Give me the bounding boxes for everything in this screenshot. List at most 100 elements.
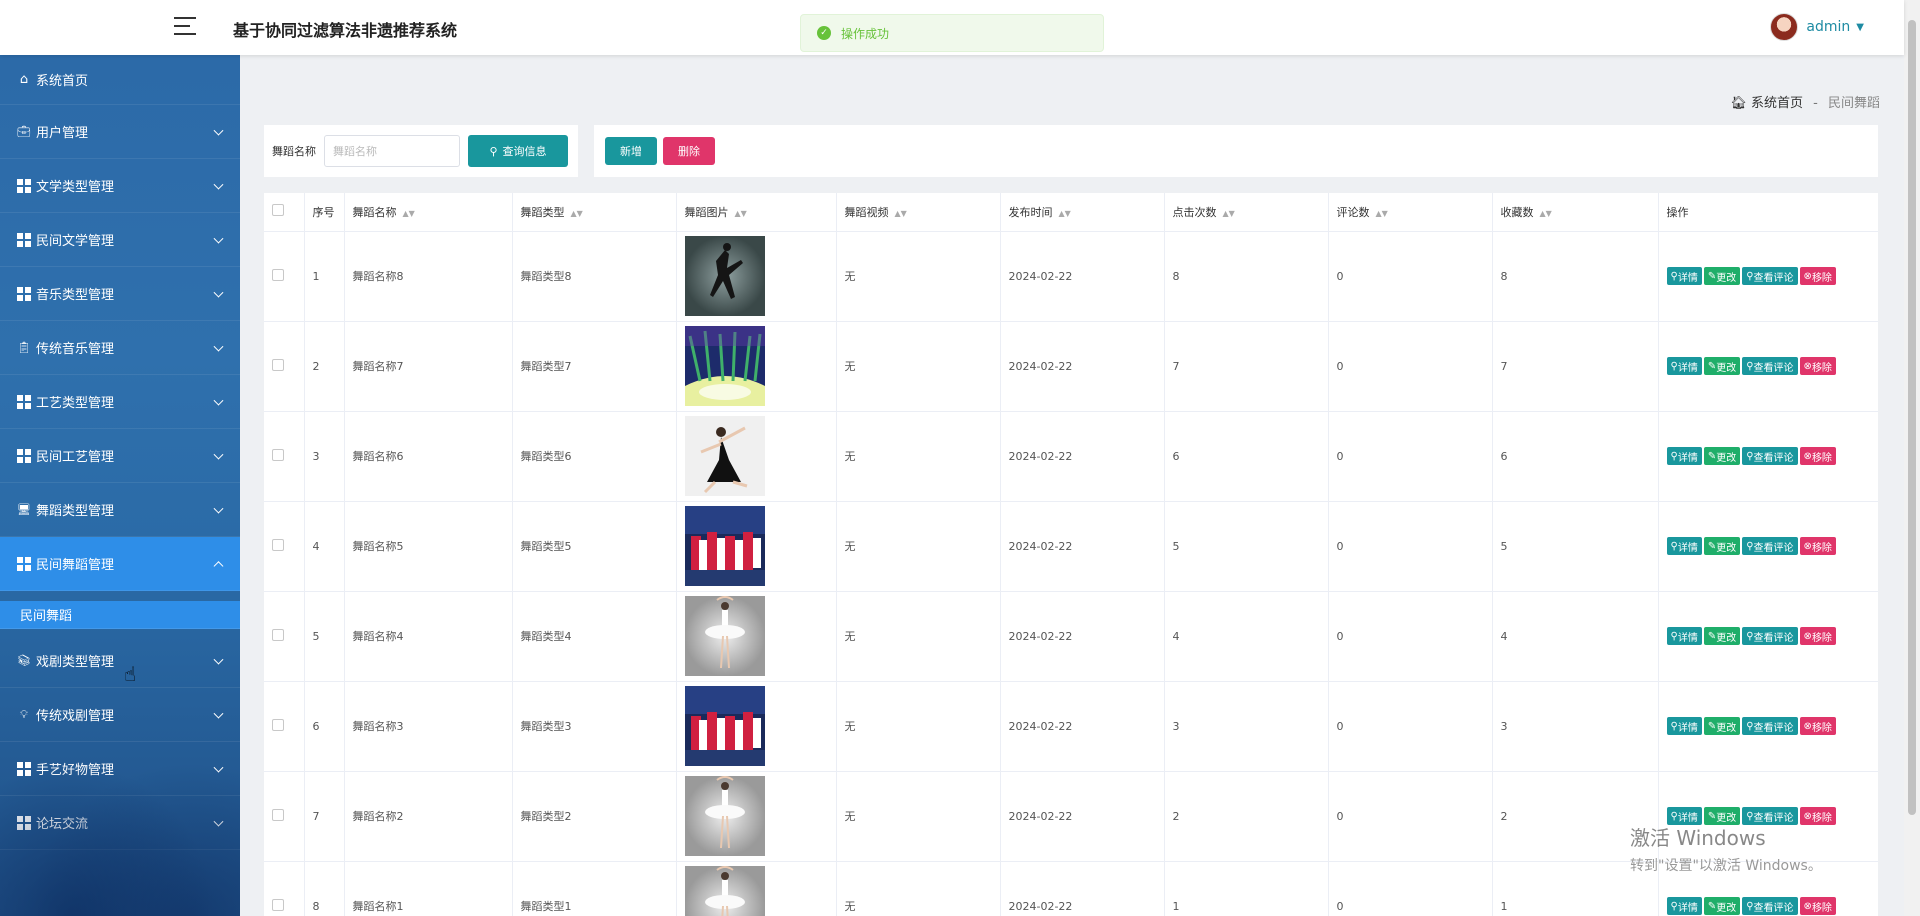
remove-button[interactable]: ⊗ 移除 [1799,897,1836,915]
remove-button[interactable]: ⊗ 移除 [1799,537,1836,555]
cell-clicks: 2 [1164,771,1329,862]
cell-name: 舞蹈名称8 [344,231,513,322]
comments-button[interactable]: ⚲ 查看评论 [1742,267,1798,285]
sidebar-item-4[interactable]: 📋︎ 传统音乐管理 [0,321,240,375]
sidebar-item-5[interactable]: 工艺类型管理 [0,375,240,429]
dance-image[interactable] [684,416,836,496]
column-header[interactable]: 舞蹈类型 ▲▼ [512,193,677,232]
comments-button[interactable]: ⚲ 查看评论 [1742,537,1798,555]
sort-icon[interactable]: ▲▼ [571,209,583,218]
detail-button[interactable]: ⚲ 详情 [1666,447,1702,465]
sidebar-item-11[interactable]: 手艺好物管理 [0,742,240,796]
detail-button[interactable]: ⚲ 详情 [1666,267,1702,285]
comments-button[interactable]: ⚲ 查看评论 [1742,357,1798,375]
sidebar-item-7[interactable]: 🖥︎ 舞蹈类型管理 [0,483,240,537]
edit-button[interactable]: ✎ 更改 [1703,897,1741,915]
comments-button[interactable]: ⚲ 查看评论 [1742,627,1798,645]
sidebar-item-8[interactable]: 民间舞蹈管理 [0,537,240,591]
add-button[interactable]: 新增 [605,137,657,165]
sidebar-item-6[interactable]: 民间工艺管理 [0,429,240,483]
column-header[interactable]: 舞蹈名称 ▲▼ [344,193,513,232]
column-header[interactable]: 舞蹈图片 ▲▼ [676,193,837,232]
remove-button[interactable]: ⊗ 移除 [1799,447,1836,465]
edit-button[interactable]: ✎ 更改 [1703,357,1741,375]
search-input[interactable] [324,135,460,167]
row-checkbox[interactable] [272,448,284,461]
edit-button[interactable]: ✎ 更改 [1703,447,1741,465]
edit-button[interactable]: ✎ 更改 [1703,717,1741,735]
column-header[interactable]: 收藏数 ▲▼ [1492,193,1659,232]
dance-image[interactable] [684,686,836,766]
user-menu[interactable]: admin ▼ [1770,13,1864,41]
chevron-icon [213,395,224,406]
cell-type: 舞蹈类型8 [512,231,677,322]
column-header[interactable]: 评论数 ▲▼ [1328,193,1493,232]
detail-button[interactable]: ⚲ 详情 [1666,357,1702,375]
row-checkbox[interactable] [272,268,284,281]
remove-button[interactable]: ⊗ 移除 [1799,717,1836,735]
row-checkbox[interactable] [272,358,284,371]
comments-button[interactable]: ⚲ 查看评论 [1742,717,1798,735]
page-scrollbar[interactable] [1904,0,1920,916]
dance-image[interactable] [684,776,836,856]
cell-clicks: 7 [1164,321,1329,412]
comments-button[interactable]: ⚲ 查看评论 [1742,897,1798,915]
detail-button[interactable]: ⚲ 详情 [1666,897,1702,915]
remove-button[interactable]: ⊗ 移除 [1799,627,1836,645]
avatar[interactable] [1770,13,1799,41]
remove-button[interactable]: ⊗ 移除 [1799,357,1836,375]
grid-icon [16,178,32,193]
edit-button[interactable]: ✎ 更改 [1703,267,1741,285]
dance-image[interactable] [684,236,836,316]
detail-button[interactable]: ⚲ 详情 [1666,717,1702,735]
sidebar-item-9[interactable]: 📚︎ 戏剧类型管理 [0,634,240,688]
dance-image[interactable] [684,326,836,406]
column-header[interactable]: 舞蹈视频 ▲▼ [836,193,1001,232]
edit-icon: ✎ [1707,540,1717,552]
sidebar-item-12[interactable]: 论坛交流 [0,796,240,850]
remove-button[interactable]: ⊗ 移除 [1799,267,1836,285]
scrollbar-thumb[interactable] [1908,20,1916,815]
sidebar-item-0[interactable]: 💼︎ 用户管理 [0,105,240,159]
dance-image[interactable] [684,596,836,676]
sort-icon[interactable]: ▲▼ [1540,209,1552,218]
sort-icon[interactable]: ▲▼ [895,209,907,218]
column-header-label: 舞蹈视频 [844,205,889,219]
sidebar-item-10[interactable]: 💡︎ 传统戏剧管理 [0,688,240,742]
delete-button[interactable]: 删除 [663,137,715,165]
row-checkbox[interactable] [272,898,284,911]
row-checkbox[interactable] [272,718,284,731]
detail-icon: ⚲ [1670,360,1678,372]
detail-label: 详情 [1677,362,1698,374]
sidebar-item-3[interactable]: 音乐类型管理 [0,267,240,321]
edit-button[interactable]: ✎ 更改 [1703,537,1741,555]
cell-image [676,681,837,772]
submenu-item[interactable]: 民间舞蹈 [0,601,240,629]
caret-down-icon[interactable]: ▼ [1856,22,1864,33]
breadcrumb-home[interactable]: 系统首页 [1751,96,1803,111]
row-checkbox[interactable] [272,628,284,641]
cell-favs: 7 [1492,321,1659,412]
search-button[interactable]: ⚲ 查询信息 [468,135,568,167]
dance-image[interactable] [684,506,836,586]
sort-icon[interactable]: ▲▼ [1223,209,1235,218]
column-header[interactable]: 发布时间 ▲▼ [1000,193,1165,232]
sidebar-item-home[interactable]: ⌂ 系统首页 [0,55,240,105]
row-checkbox[interactable] [272,538,284,551]
detail-button[interactable]: ⚲ 详情 [1666,537,1702,555]
comments-button[interactable]: ⚲ 查看评论 [1742,447,1798,465]
select-all-checkbox[interactable] [272,204,284,217]
sidebar-item-2[interactable]: 民间文学管理 [0,213,240,267]
sort-icon[interactable]: ▲▼ [735,209,747,218]
user-name[interactable]: admin [1806,19,1850,35]
sort-icon[interactable]: ▲▼ [403,209,415,218]
dance-image[interactable] [684,866,836,916]
detail-button[interactable]: ⚲ 详情 [1666,627,1702,645]
column-header[interactable]: 点击次数 ▲▼ [1164,193,1329,232]
menu-toggle-icon[interactable] [174,17,196,37]
edit-button[interactable]: ✎ 更改 [1703,627,1741,645]
sort-icon[interactable]: ▲▼ [1376,209,1388,218]
sort-icon[interactable]: ▲▼ [1059,209,1071,218]
row-checkbox[interactable] [272,808,284,821]
sidebar-item-1[interactable]: 文学类型管理 [0,159,240,213]
